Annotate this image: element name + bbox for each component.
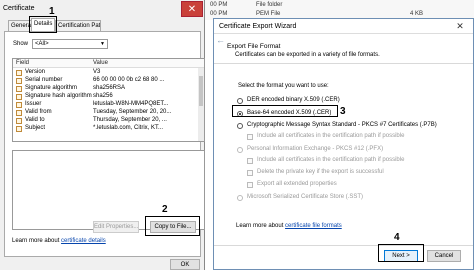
ok-button[interactable]: OK — [170, 259, 200, 270]
certificate-close-button[interactable]: ✕ — [181, 1, 203, 17]
back-arrow-icon[interactable]: ← — [216, 35, 225, 45]
fields-list-header: Field Value — [13, 59, 204, 68]
list-item[interactable]: Issuer letuslab-W8N-MM4PQ8ET... — [13, 101, 204, 109]
der-format-label[interactable]: DER encoded binary X.509 (.CER) — [247, 97, 340, 103]
certificate-field-icon — [16, 70, 22, 76]
list-item[interactable]: Valid to Thursday, September 20, ... — [13, 117, 204, 125]
pfx-include-all-checkbox[interactable] — [247, 158, 253, 164]
field-name: Serial number — [25, 77, 63, 83]
pfx-format-radio[interactable] — [237, 147, 243, 153]
header-divider — [214, 63, 473, 64]
sst-format-label[interactable]: Microsoft Serialized Certificate Store (… — [247, 194, 363, 200]
background-row-type: PEM File — [256, 11, 281, 17]
sst-format-radio[interactable] — [237, 195, 243, 201]
der-format-radio[interactable] — [237, 98, 243, 104]
pfx-extended-properties-label: Export all extended properties — [257, 181, 337, 187]
pfx-delete-key-checkbox[interactable] — [247, 170, 253, 176]
field-name: Valid to — [25, 117, 45, 123]
list-item[interactable]: Signature algorithm sha256RSA — [13, 85, 204, 93]
footer-divider — [214, 245, 473, 246]
certificate-field-icon — [16, 126, 22, 132]
certificate-field-icon — [16, 110, 22, 116]
wizard-close-button[interactable]: ✕ — [449, 20, 471, 32]
show-select-value: <All> — [35, 41, 49, 47]
field-value: sha256RSA — [93, 85, 126, 91]
list-item[interactable]: Serial number 66 00 00 00 0b c2 68 80 ... — [13, 77, 204, 85]
pfx-include-all-label: Include all certificates in the certific… — [257, 157, 405, 163]
certificate-learn-more: Learn more about certificate details — [12, 238, 106, 244]
fields-list-scrollbar[interactable] — [198, 68, 204, 141]
cancel-button[interactable]: Cancel — [427, 250, 461, 262]
certificate-details-link[interactable]: certificate details — [61, 238, 106, 244]
annotation-number: 2 — [162, 204, 168, 215]
background-row: 00 PM File folder — [210, 2, 282, 8]
annotation-number: 3 — [340, 106, 346, 117]
background-explorer-window: 00 PM File folder 00 PM PEM File 4 KB — [200, 0, 474, 20]
wizard-learn-more: Learn more about certificate file format… — [236, 223, 342, 229]
field-name: Version — [25, 69, 46, 75]
list-item[interactable]: Subject *.letuslab.com, Citrix, KT... — [13, 125, 204, 133]
pfx-delete-key-label: Delete the private key if the export is … — [257, 169, 384, 175]
background-row-type: File folder — [256, 2, 283, 8]
field-value: V3 — [93, 69, 101, 75]
pfx-extended-properties-checkbox[interactable] — [247, 182, 253, 188]
certificate-field-icon — [16, 94, 22, 100]
certificate-field-icon — [16, 78, 22, 84]
list-item[interactable]: Signature hash algorithm sha256 — [13, 93, 204, 101]
pkcs7-format-label[interactable]: Cryptographic Message Syntax Standard - … — [247, 122, 437, 128]
annotation-highlight-copy-to-file — [145, 216, 200, 236]
show-select[interactable]: <All> ▼ — [32, 39, 108, 49]
scrollbar-thumb[interactable] — [199, 76, 203, 106]
learn-more-prefix: Learn more about — [12, 238, 60, 244]
field-value: 66 00 00 00 0b c2 68 80 ... — [93, 77, 165, 83]
field-name: Subject — [25, 125, 46, 131]
wizard-titlebar: Certificate Export Wizard ✕ — [214, 19, 473, 34]
format-prompt: Select the format you want to use: — [238, 83, 329, 89]
list-item[interactable]: Version V3 — [13, 69, 204, 77]
pkcs7-include-all-checkbox[interactable] — [247, 134, 253, 140]
certificate-field-icon — [16, 102, 22, 108]
background-row-time: 00 PM — [210, 2, 228, 8]
field-value: Tuesday, September 20, 20... — [93, 109, 172, 115]
certificate-field-icon — [16, 118, 22, 124]
show-label: Show — [13, 41, 29, 47]
wizard-title: Certificate Export Wizard — [219, 23, 297, 30]
certificate-field-icon — [16, 86, 22, 92]
annotation-highlight-base64 — [232, 105, 338, 117]
certificate-fields-list[interactable]: Field Value Version V3 Serial number 66 00… — [12, 58, 205, 142]
certificate-export-wizard: Certificate Export Wizard ✕ ← Export Fil… — [213, 18, 474, 270]
pkcs7-include-all-label: Include all certificates in the certific… — [257, 133, 405, 139]
field-value: sha256 — [93, 93, 113, 99]
field-value: Thursday, September 20, ... — [93, 117, 167, 123]
field-name: Issuer — [25, 101, 42, 107]
tab-details[interactable]: Details — [31, 18, 55, 31]
field-value: letuslab-W8N-MM4PQ8ET... — [93, 101, 169, 107]
column-header-field: Field — [16, 60, 30, 66]
export-format-description: Certificates can be exported in a variet… — [235, 52, 380, 58]
export-format-heading: Export File Format — [227, 43, 281, 50]
column-header-value: Value — [93, 60, 108, 66]
background-row: 00 PM PEM File 4 KB — [210, 11, 423, 17]
field-name: Signature algorithm — [25, 85, 78, 91]
annotation-number: 1 — [49, 6, 55, 17]
pkcs7-format-radio[interactable] — [237, 123, 243, 129]
pfx-format-label[interactable]: Personal Information Exchange - PKCS #12… — [247, 146, 383, 152]
list-item[interactable]: Valid from Tuesday, September 20, 20... — [13, 109, 204, 117]
field-name: Signature hash algorithm — [25, 93, 92, 99]
background-row-time: 00 PM — [210, 11, 228, 17]
field-value: *.letuslab.com, Citrix, KT... — [93, 125, 164, 131]
wizard-learn-more-prefix: Learn more about — [236, 223, 284, 229]
chevron-down-icon: ▼ — [100, 41, 105, 47]
certificate-file-formats-link[interactable]: certificate file formats — [285, 223, 342, 229]
annotation-highlight-next — [378, 244, 424, 262]
edit-properties-button[interactable]: Edit Properties... — [93, 221, 139, 233]
field-name: Valid from — [25, 109, 52, 115]
annotation-number: 4 — [394, 232, 400, 243]
certificate-dialog-title: Certificate — [3, 5, 35, 12]
background-row-size: 4 KB — [410, 11, 424, 17]
